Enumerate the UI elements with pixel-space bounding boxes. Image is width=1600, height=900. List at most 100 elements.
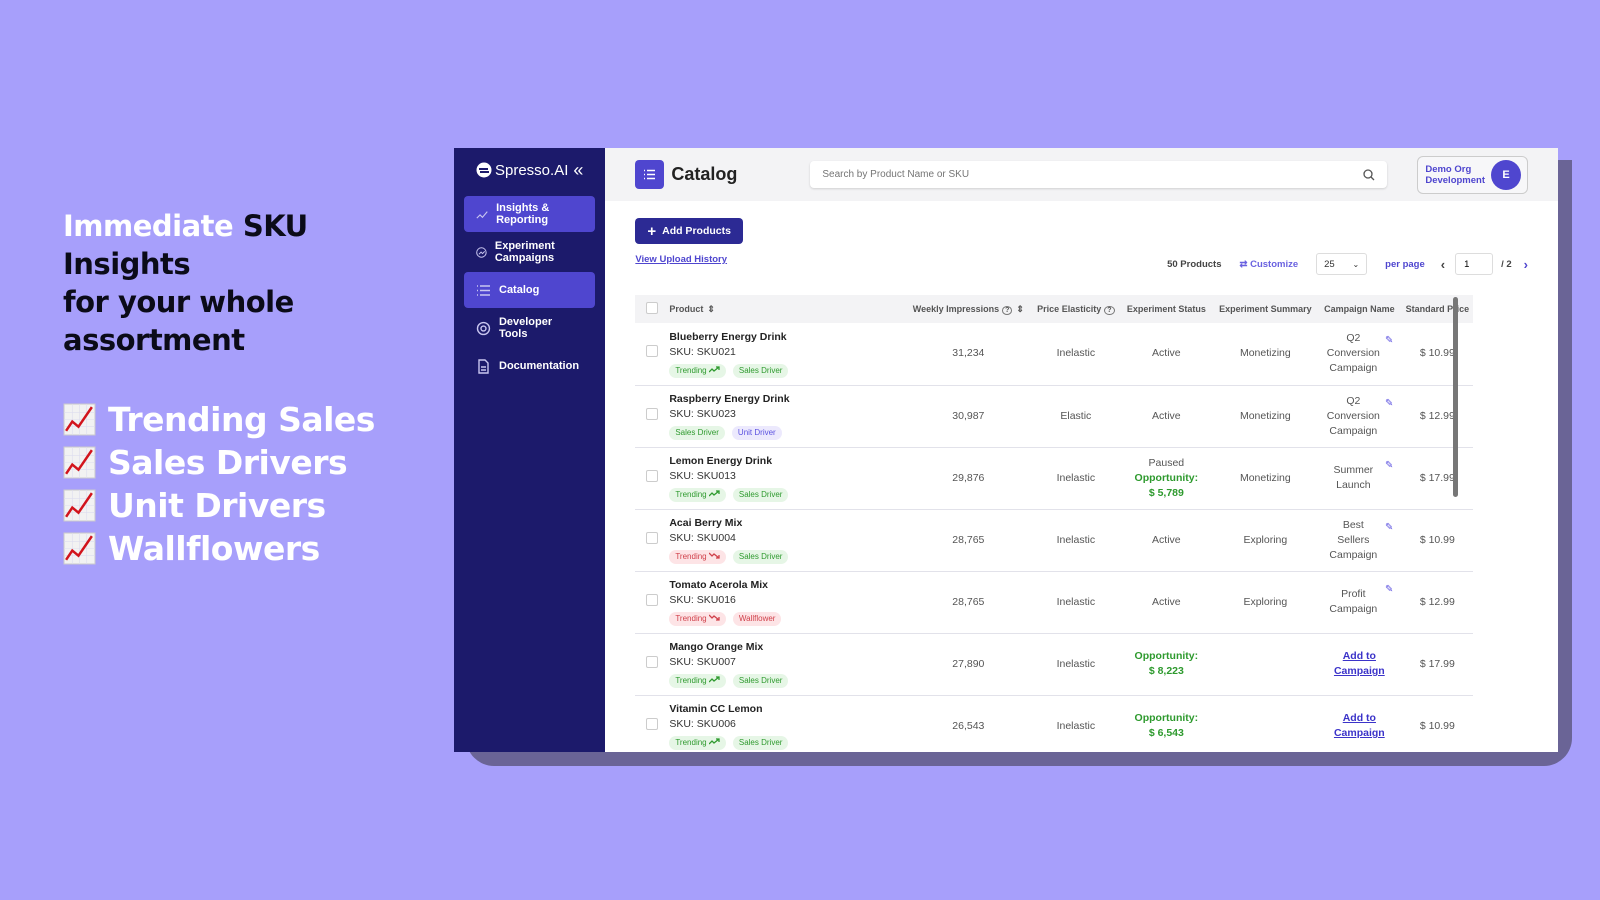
edit-icon[interactable]: ✎ [1385, 520, 1393, 535]
pagination: 50 Products ⇄ Customize 25⌄ per page ‹ /… [1167, 253, 1528, 275]
product-sku: SKU: SKU021 [669, 345, 736, 358]
hero-headline: Immediate SKU Insights for your whole ass… [63, 209, 308, 357]
campaign-cell: Add to Campaign [1317, 695, 1402, 752]
column-header[interactable]: Standard Price [1401, 295, 1474, 323]
standard-price: $ 17.99 [1401, 633, 1474, 696]
experiment-status: Active [1119, 323, 1214, 386]
per-page-label: per page [1385, 258, 1425, 270]
customize-button[interactable]: ⇄ Customize [1239, 259, 1298, 270]
search-input[interactable] [822, 169, 1321, 180]
table-row[interactable]: Tomato Acerola Mix SKU: SKU016 Trending Wa… [635, 571, 1474, 634]
price-elasticity: Inelastic [1032, 695, 1120, 752]
product-name[interactable]: Blueberry Energy Drink [669, 330, 904, 345]
experiment-status: Active [1119, 571, 1214, 634]
column-header[interactable]: Experiment Status [1119, 295, 1214, 323]
table-row[interactable]: Raspberry Energy Drink SKU: SKU023 Sales D… [635, 385, 1474, 448]
add-to-campaign-link[interactable]: Add to Campaign [1331, 649, 1387, 679]
edit-icon[interactable]: ✎ [1385, 396, 1393, 411]
row-checkbox[interactable] [646, 345, 659, 358]
catalog-list-icon [635, 160, 665, 189]
table-row[interactable]: Lemon Energy Drink SKU: SKU013 Trending Sa… [635, 447, 1474, 510]
tag: Sales Driver [732, 736, 789, 750]
product-name[interactable]: Mango Orange Mix [669, 640, 904, 655]
sidebar-item-catalog[interactable]: Catalog [464, 272, 596, 308]
feature-item: Wallflowers [63, 527, 375, 570]
weekly-impressions: 27,890 [904, 633, 1033, 696]
table-row[interactable]: Blueberry Energy Drink SKU: SKU021 Trendin… [635, 323, 1474, 386]
product-name[interactable]: Tomato Acerola Mix [669, 578, 904, 593]
price-elasticity: Elastic [1032, 385, 1120, 448]
table-scrollbar[interactable] [1453, 297, 1459, 497]
sidebar-item-developer-tools[interactable]: Developer Tools [464, 310, 595, 346]
edit-icon[interactable]: ✎ [1385, 582, 1393, 597]
standard-price: $ 10.99 [1401, 509, 1474, 572]
table-row[interactable]: Mango Orange Mix SKU: SKU007 Trending Sale… [635, 633, 1474, 696]
edit-icon[interactable]: ✎ [1385, 333, 1393, 348]
page-total: / 2 [1501, 258, 1512, 270]
row-checkbox[interactable] [646, 655, 659, 668]
product-count: 50 Products [1167, 258, 1222, 270]
tag: Trending [669, 488, 726, 502]
experiment-summary: Exploring [1213, 571, 1318, 634]
edit-icon[interactable]: ✎ [1385, 458, 1393, 473]
product-name[interactable]: Vitamin CC Lemon [669, 702, 904, 717]
trend-up-icon [708, 366, 720, 373]
chart-increasing-icon [63, 403, 96, 436]
org-switcher[interactable]: Demo Org Development E [1417, 155, 1528, 194]
column-header[interactable]: Campaign Name [1317, 295, 1402, 323]
search-icon[interactable] [1363, 168, 1375, 181]
add-to-campaign-link[interactable]: Add to Campaign [1331, 711, 1387, 741]
row-checkbox[interactable] [646, 407, 659, 420]
tag: Wallflower [732, 612, 782, 626]
sort-icon[interactable]: ⇕ [707, 304, 715, 314]
row-checkbox[interactable] [646, 593, 659, 606]
per-page-select[interactable]: 25 ⌄ [1316, 253, 1368, 275]
experiment-status: Paused Opportunity: $ 5,789 [1119, 447, 1214, 510]
tag: Trending [669, 550, 726, 564]
standard-price: $ 12.99 [1401, 571, 1474, 634]
add-products-button[interactable]: + Add Products [635, 218, 743, 244]
weekly-impressions: 31,234 [904, 323, 1033, 386]
sort-icon[interactable]: ⇕ [1016, 304, 1024, 314]
page-input[interactable] [1455, 253, 1494, 275]
tag: Sales Driver [732, 674, 789, 688]
row-checkbox[interactable] [646, 469, 659, 482]
feature-list: Trending Sales Sales Drivers Unit Drivers W… [63, 398, 375, 570]
avatar[interactable]: E [1491, 159, 1521, 190]
standard-price: $ 10.99 [1401, 323, 1474, 386]
next-page-icon[interactable]: › [1524, 257, 1528, 272]
experiment-summary [1213, 695, 1318, 752]
table-row[interactable]: Acai Berry Mix SKU: SKU004 Trending Sales … [635, 509, 1474, 572]
campaign-icon [476, 246, 487, 258]
row-checkbox[interactable] [646, 531, 659, 544]
standard-price: $ 12.99 [1401, 385, 1474, 448]
chart-increasing-icon [63, 489, 96, 522]
help-icon[interactable]: ? [1104, 306, 1115, 315]
row-checkbox[interactable] [646, 717, 659, 730]
tag: Trending [669, 736, 726, 750]
product-name[interactable]: Lemon Energy Drink [669, 454, 904, 469]
column-header[interactable]: Weekly Impressions? ⇕ [904, 295, 1033, 323]
prev-page-icon[interactable]: ‹ [1441, 257, 1445, 272]
topbar: Catalog Demo OrgDevelopment E [605, 148, 1558, 201]
sidebar-item-experiment-campaigns[interactable]: Experiment Campaigns [464, 234, 595, 270]
sidebar-item-insights-reporting[interactable]: Insights & Reporting [464, 196, 596, 232]
product-sku: SKU: SKU013 [669, 470, 736, 482]
sidebar: Spresso.AI « Insights & Reporting Experim… [454, 148, 606, 752]
catalog-table: Product ⇕ Weekly Impressions? ⇕ Price Elasti… [635, 295, 1474, 752]
trend-down-icon [708, 552, 720, 559]
product-name[interactable]: Raspberry Energy Drink [669, 392, 904, 407]
select-all-checkbox[interactable] [646, 302, 659, 314]
column-header[interactable]: Product ⇕ [669, 295, 905, 323]
table-row[interactable]: Vitamin CC Lemon SKU: SKU006 Trending Sale… [635, 695, 1474, 752]
tag: Sales Driver [732, 550, 789, 564]
search-box [810, 161, 1388, 188]
help-icon[interactable]: ? [1002, 305, 1013, 315]
column-header[interactable]: Experiment Summary [1213, 295, 1318, 323]
column-header[interactable]: Price Elasticity? [1032, 295, 1120, 323]
sidebar-item-documentation[interactable]: Documentation [464, 348, 595, 384]
trend-down-icon [708, 614, 720, 621]
logo[interactable]: Spresso.AI [476, 162, 568, 179]
collapse-sidebar-icon[interactable]: « [573, 160, 583, 181]
product-name[interactable]: Acai Berry Mix [669, 516, 904, 531]
